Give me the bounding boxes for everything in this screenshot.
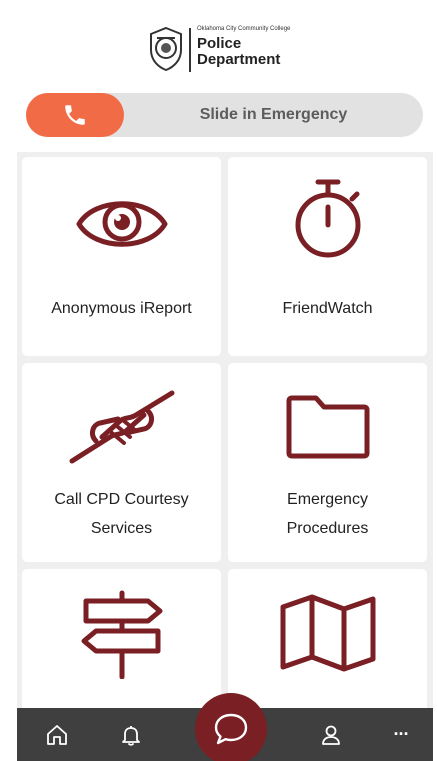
eye-icon — [76, 201, 168, 247]
police-logo: Oklahoma City Community College Police D… — [147, 24, 317, 80]
nav-profile[interactable] — [309, 708, 353, 761]
phone-icon — [65, 105, 85, 125]
tile-label: FriendWatch — [282, 300, 373, 317]
tile-label-line1: Call CPD Courtesy — [54, 491, 189, 508]
logo-college-name: Oklahoma City Community College — [197, 26, 291, 32]
tile-emergency-procedures[interactable]: Emergency Procedures — [228, 363, 427, 562]
map-icon — [280, 594, 376, 672]
logo-divider — [189, 28, 191, 72]
emergency-slider-label: Slide in Emergency — [199, 106, 348, 123]
tile-label-line1: Emergency — [287, 491, 368, 508]
tile-label-line2: Procedures — [286, 520, 369, 537]
seal-icon — [150, 26, 182, 72]
handshake-icon — [69, 390, 175, 464]
logo-title-line1: Police — [197, 35, 242, 52]
folder-icon — [286, 395, 370, 459]
nav-notifications[interactable] — [109, 708, 153, 761]
user-icon — [322, 725, 340, 745]
more-icon: ··· — [393, 724, 410, 744]
stopwatch-icon — [295, 179, 361, 258]
header: Oklahoma City Community College Police D… — [17, 10, 433, 152]
emergency-slider[interactable]: Slide in Emergency — [26, 93, 423, 137]
nav-home[interactable] — [35, 708, 79, 761]
logo-title-line2: Department — [197, 51, 281, 68]
chat-button[interactable] — [195, 693, 267, 761]
tile-anonymous-ireport[interactable]: Anonymous iReport — [22, 157, 221, 356]
tile-label-line2: Services — [90, 520, 153, 537]
tile-friendwatch[interactable]: FriendWatch — [228, 157, 427, 356]
tile-label: Anonymous iReport — [51, 300, 192, 317]
nav-more[interactable]: ··· — [379, 708, 423, 761]
home-icon — [47, 724, 67, 745]
chat-icon — [214, 713, 248, 745]
bell-icon — [122, 725, 140, 746]
tile-call-cpd-courtesy-services[interactable]: Call CPD Courtesy Services — [22, 363, 221, 562]
signpost-icon — [81, 590, 163, 679]
app-screen: Oklahoma City Community College Police D… — [17, 10, 433, 761]
emergency-slider-handle[interactable] — [26, 93, 124, 137]
